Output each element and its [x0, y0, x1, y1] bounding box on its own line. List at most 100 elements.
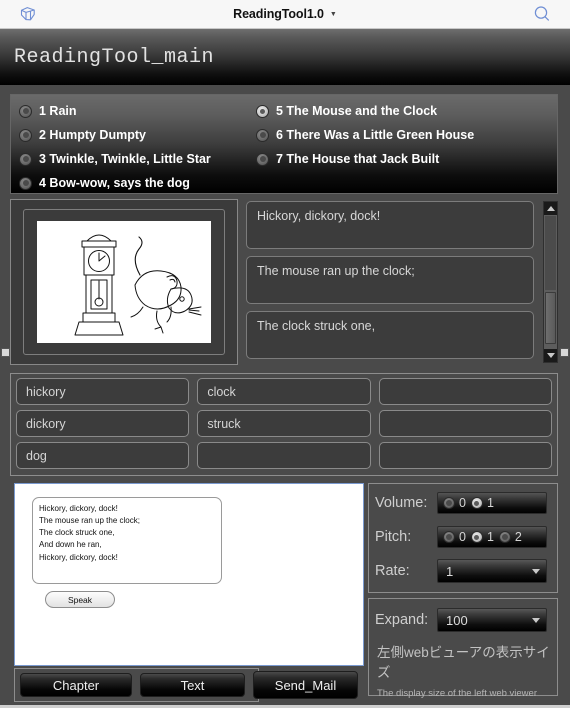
expand-select[interactable]: 100 — [437, 608, 547, 632]
story-option-3[interactable]: 3 Twinkle, Twinkle, Little Star — [19, 147, 211, 171]
radio-icon[interactable] — [256, 152, 269, 166]
pitch-option-label: 1 — [486, 530, 494, 544]
search-icon-svg — [534, 6, 549, 21]
illustration-canvas — [37, 221, 211, 343]
pitch-option-2[interactable]: 2 — [498, 530, 522, 544]
scroll-up-button[interactable] — [544, 202, 557, 215]
app-window: ReadingTool1.0 ▼ ReadingTool_main 1 Rain… — [0, 0, 570, 708]
radio-icon[interactable] — [256, 128, 269, 142]
page-title: ReadingTool_main — [14, 45, 215, 69]
word-cell[interactable]: dog — [16, 442, 190, 469]
radio-icon[interactable] — [19, 128, 32, 142]
sentence-line[interactable]: The clock struck one, — [246, 311, 534, 359]
radio-icon[interactable] — [19, 104, 32, 118]
radio-icon-selected[interactable] — [256, 104, 269, 118]
pitch-option-label: 2 — [514, 530, 522, 544]
expand-panel: Expand: 100 左側webビューアの表示サイズ The display … — [368, 598, 558, 699]
send-mail-button[interactable]: Send_Mail — [253, 671, 358, 699]
poem-textarea[interactable]: Hickory, dickory, dock! The mouse ran up… — [32, 497, 222, 584]
browser-toolbar: ReadingTool1.0 ▼ — [0, 0, 570, 29]
scrollbar-track[interactable] — [545, 216, 556, 290]
scroll-down-button[interactable] — [544, 349, 557, 362]
radio-icon-selected[interactable] — [470, 497, 483, 509]
story-option-label: 1 Rain — [39, 104, 77, 118]
word-cell[interactable] — [378, 378, 552, 405]
rate-row: Rate: 1 — [375, 556, 557, 586]
rate-select[interactable]: 1 — [437, 559, 547, 583]
story-option-label: 6 There Was a Little Green House — [276, 128, 475, 142]
radio-icon-selected[interactable] — [470, 531, 483, 543]
scrollbar-thumb[interactable] — [545, 292, 556, 344]
expand-label: Expand: — [375, 612, 429, 628]
illustration-panel — [10, 199, 238, 365]
word-cell[interactable]: clock — [197, 378, 371, 405]
rate-label: Rate: — [375, 563, 410, 579]
radio-icon[interactable] — [498, 531, 511, 543]
volume-options[interactable]: 0 1 — [437, 492, 547, 514]
expand-note-japanese: 左側webビューアの表示サイズ — [377, 645, 550, 680]
story-option-label: 2 Humpty Dumpty — [39, 128, 146, 142]
speak-button[interactable]: Speak — [45, 591, 115, 608]
story-radio-list: 1 Rain 2 Humpty Dumpty 3 Twinkle, Twinkl… — [10, 94, 558, 194]
volume-option-1[interactable]: 1 — [470, 496, 494, 510]
grandfather-clock-and-mouse-icon — [74, 234, 202, 336]
story-column-left: 1 Rain 2 Humpty Dumpty 3 Twinkle, Twinkl… — [19, 99, 211, 195]
story-option-5[interactable]: 5 The Mouse and the Clock — [256, 99, 474, 123]
pitch-option-1[interactable]: 1 — [470, 530, 494, 544]
story-option-label: 4 Bow-wow, says the dog — [39, 176, 190, 190]
radio-icon[interactable] — [19, 152, 32, 166]
resize-handle-right[interactable] — [560, 348, 569, 357]
voice-controls-panel: Volume: 0 1 Pitch: 0 1 2 Rate: 1 — [368, 483, 558, 593]
pitch-option-label: 0 — [459, 530, 466, 544]
story-option-label: 5 The Mouse and the Clock — [276, 104, 438, 118]
story-option-2[interactable]: 2 Humpty Dumpty — [19, 123, 211, 147]
word-cell[interactable]: struck — [197, 410, 371, 437]
resize-handle-left[interactable] — [1, 348, 10, 357]
bottom-button-bar: Chapter Text — [14, 668, 259, 702]
page-title-bar: ReadingTool_main — [0, 29, 570, 85]
triangle-up-icon — [546, 206, 555, 211]
word-cell[interactable]: dickory — [16, 410, 190, 437]
volume-option-0[interactable]: 0 — [443, 496, 466, 510]
pitch-row: Pitch: 0 1 2 — [375, 522, 557, 552]
expand-note-english: The display size of the left web viewer — [377, 688, 537, 699]
word-grid-row: dog — [16, 442, 552, 469]
expand-row: Expand: 100 — [375, 608, 557, 632]
search-icon[interactable] — [514, 4, 570, 24]
pages-folder-icon[interactable] — [0, 4, 56, 24]
rate-value: 1 — [446, 563, 454, 579]
story-option-label: 7 The House that Jack Built — [276, 152, 440, 166]
content-middle-row: Hickory, dickory, dock! The mouse ran up… — [10, 199, 558, 365]
pitch-options[interactable]: 0 1 2 — [437, 526, 547, 548]
chevron-down-icon — [532, 618, 540, 623]
story-option-7[interactable]: 7 The House that Jack Built — [256, 147, 474, 171]
browser-title-group[interactable]: ReadingTool1.0 ▼ — [56, 7, 514, 21]
story-option-1[interactable]: 1 Rain — [19, 99, 211, 123]
story-column-right: 5 The Mouse and the Clock 6 There Was a … — [256, 99, 474, 171]
radio-icon[interactable] — [443, 497, 455, 509]
chevron-down-icon[interactable]: ▼ — [330, 11, 337, 18]
volume-option-label: 0 — [459, 496, 466, 510]
volume-option-label: 1 — [486, 496, 494, 510]
sentence-scrollbar[interactable] — [543, 201, 558, 363]
story-option-6[interactable]: 6 There Was a Little Green House — [256, 123, 474, 147]
triangle-down-icon — [546, 353, 555, 358]
word-grid-row: hickory clock — [16, 378, 552, 405]
sentence-panel: Hickory, dickory, dock! The mouse ran up… — [246, 199, 558, 365]
word-cell[interactable] — [378, 442, 552, 469]
radio-icon[interactable] — [19, 176, 32, 190]
word-cell[interactable] — [378, 410, 552, 437]
browser-title: ReadingTool1.0 — [233, 7, 324, 21]
word-cell[interactable]: hickory — [16, 378, 190, 405]
word-grid: hickory clock dickory struck dog — [10, 373, 558, 476]
word-cell[interactable] — [197, 442, 371, 469]
volume-row: Volume: 0 1 — [375, 488, 557, 518]
sentence-line[interactable]: Hickory, dickory, dock! — [246, 201, 534, 249]
volume-label: Volume: — [375, 495, 428, 511]
chapter-button[interactable]: Chapter — [20, 673, 132, 697]
story-option-4[interactable]: 4 Bow-wow, says the dog — [19, 171, 211, 195]
pitch-option-0[interactable]: 0 — [443, 530, 466, 544]
text-button[interactable]: Text — [140, 673, 245, 697]
radio-icon[interactable] — [443, 531, 455, 543]
sentence-line[interactable]: The mouse ran up the clock; — [246, 256, 534, 304]
